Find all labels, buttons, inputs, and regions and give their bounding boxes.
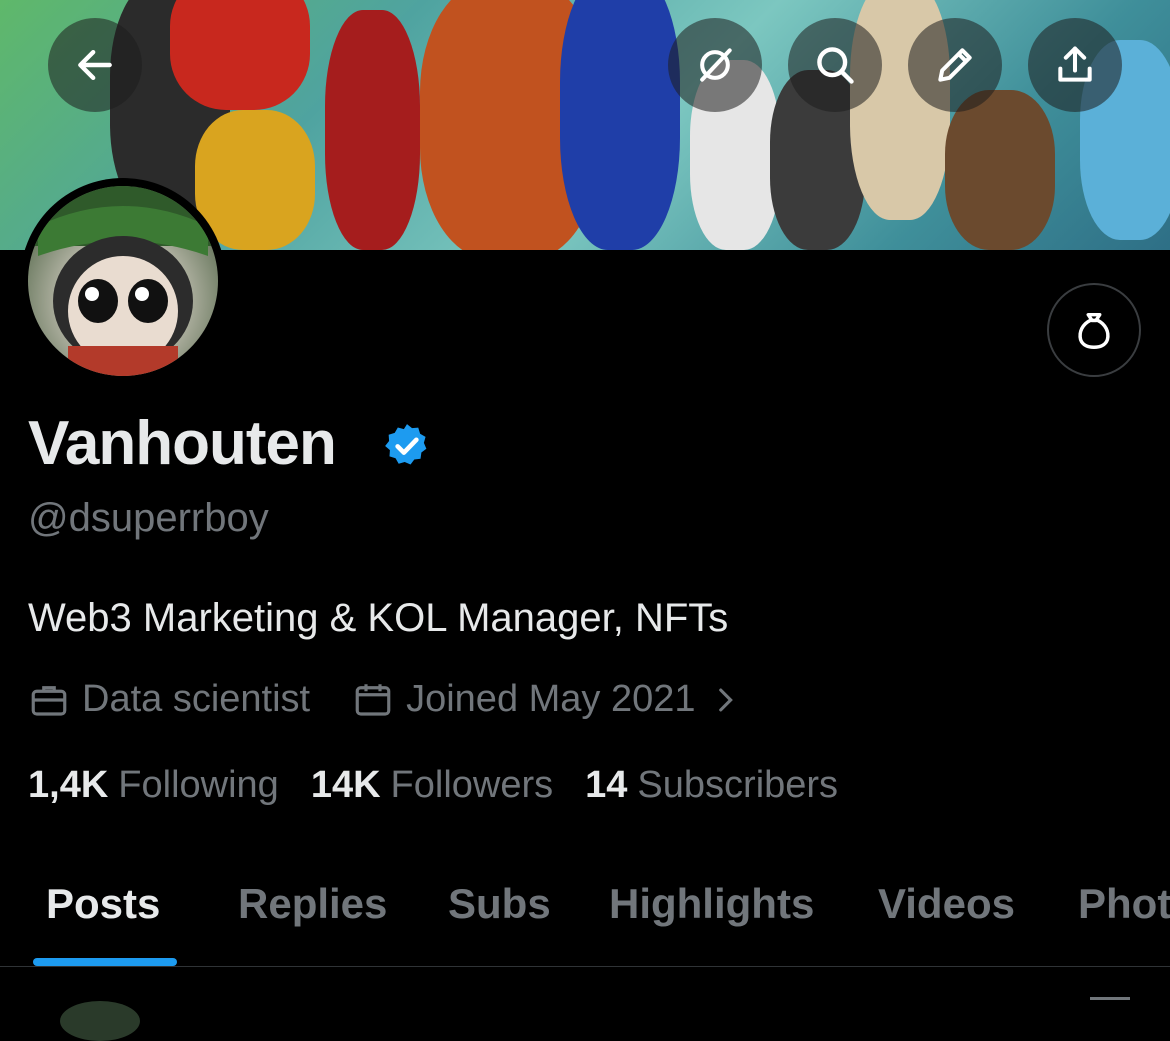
profile-bio: Web3 Marketing & KOL Manager, NFTs	[28, 596, 729, 640]
tab-videos[interactable]: Videos	[878, 880, 1015, 928]
subscribers-stat[interactable]: 14 Subscribers	[585, 764, 838, 807]
share-button[interactable]	[1028, 18, 1122, 112]
tab-replies[interactable]: Replies	[238, 880, 387, 928]
subscribe-button[interactable]	[1047, 283, 1141, 377]
avatar[interactable]	[20, 178, 226, 384]
subscribers-label: Subscribers	[637, 764, 839, 806]
search-icon	[817, 47, 854, 84]
post-avatar	[60, 1001, 140, 1041]
active-tab-indicator	[33, 958, 177, 966]
pencil-icon	[938, 48, 972, 82]
tabs-divider	[0, 966, 1170, 967]
profile-meta: Data scientist Joined May 2021	[28, 678, 784, 721]
profile-name: Vanhouten	[28, 409, 337, 478]
briefcase-icon	[31, 685, 67, 716]
following-label: Following	[118, 764, 279, 806]
grok-icon	[700, 48, 732, 82]
next-post-peek	[0, 975, 1170, 1041]
tab-posts[interactable]: Posts	[46, 880, 160, 928]
followers-label: Followers	[390, 764, 554, 806]
profession-item: Data scientist	[28, 678, 310, 721]
avatar-image	[28, 186, 218, 376]
followers-stat[interactable]: 14K Followers	[311, 764, 553, 807]
search-button[interactable]	[788, 18, 882, 112]
following-count: 1,4K	[28, 764, 109, 806]
verified-badge-icon	[385, 424, 427, 465]
following-stat[interactable]: 1,4K Following	[28, 764, 279, 807]
share-icon	[1058, 46, 1092, 82]
tab-highlights[interactable]: Highlights	[609, 880, 814, 928]
joined-item[interactable]: Joined May 2021	[352, 678, 741, 721]
money-bag-icon	[1078, 312, 1110, 349]
edit-button[interactable]	[908, 18, 1002, 112]
calendar-icon	[355, 683, 391, 716]
subscribers-count: 14	[585, 764, 628, 806]
profile-handle: @dsuperrboy	[28, 496, 269, 540]
profile-tabs: Posts Replies Subs Highlights Videos Pho…	[0, 870, 1170, 936]
profession-label: Data scientist	[82, 678, 311, 720]
back-button[interactable]	[48, 18, 142, 112]
chevron-right-icon	[718, 688, 733, 711]
followers-count: 14K	[310, 764, 381, 806]
tab-subs[interactable]: Subs	[448, 880, 551, 928]
profile-stats: 1,4K Following 14K Followers 14 Subscribers	[28, 764, 870, 807]
back-arrow-icon	[78, 49, 112, 81]
joined-label: Joined May 2021	[406, 678, 696, 720]
tab-photos[interactable]: Phot	[1078, 880, 1170, 928]
post-more-icon	[1090, 997, 1130, 1010]
grok-button[interactable]	[668, 18, 762, 112]
